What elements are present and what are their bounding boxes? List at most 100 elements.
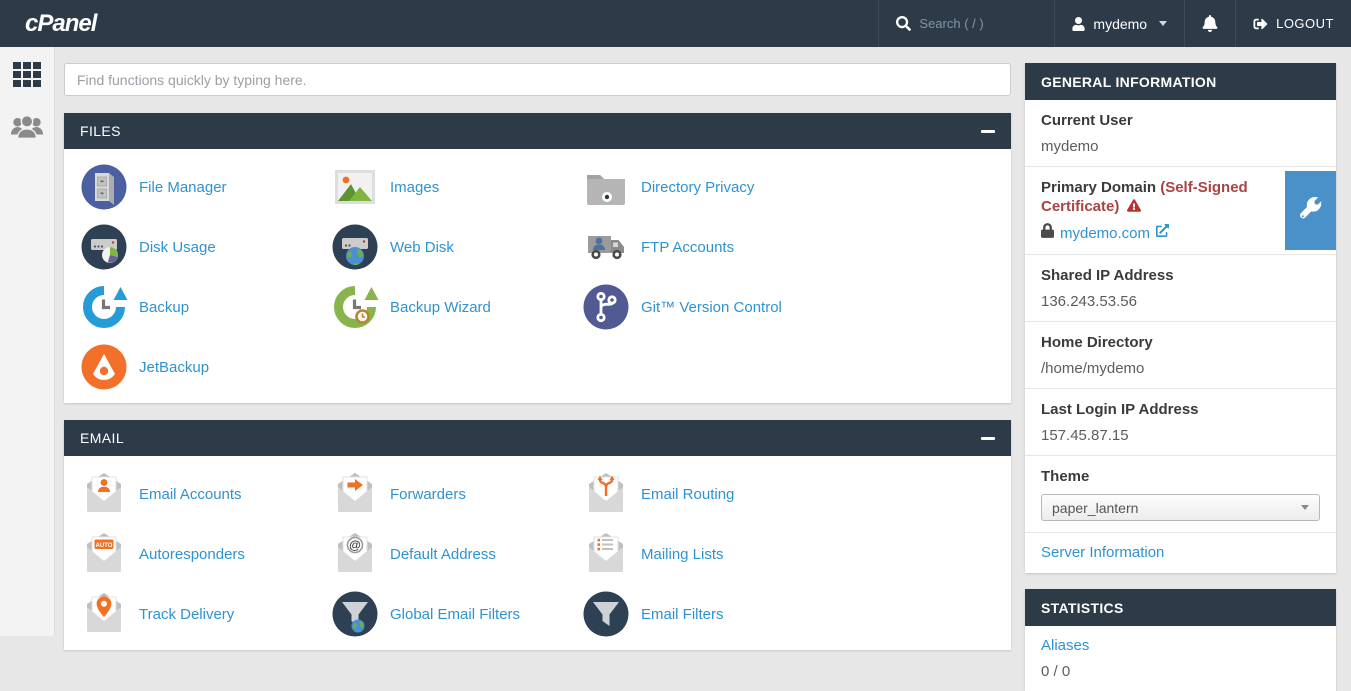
app-item-web-disk[interactable]: Web Disk [331,223,582,271]
bell-icon [1202,15,1218,32]
app-label: Directory Privacy [641,179,754,196]
apps-grid-icon[interactable] [13,61,41,89]
external-link-icon[interactable] [1156,224,1169,242]
app-label: Web Disk [390,239,454,256]
app-label: Disk Usage [139,239,216,256]
select-caret-icon [1301,505,1309,510]
app-item-autoresponders[interactable]: AUTO Autoresponders [80,530,331,578]
global-email-filters-icon [331,590,379,638]
app-item-email-routing[interactable]: Email Routing [582,470,833,518]
email-accounts-icon [80,470,128,518]
quick-find-input[interactable] [64,63,1011,96]
current-user-row: Current User mydemo [1025,100,1336,167]
cpanel-logo-text: cPanel [25,10,96,38]
app-label: Global Email Filters [390,606,520,623]
navbar-search [878,0,1054,47]
app-item-ftp-accounts[interactable]: FTP Accounts [582,223,833,271]
app-label: Autoresponders [139,546,245,563]
app-item-mailing-lists[interactable]: Mailing Lists [582,530,833,578]
app-label: Git™ Version Control [641,299,782,316]
app-item-default-address[interactable]: @ Default Address [331,530,582,578]
section-body: Email Accounts Forwarders Email Routing … [64,456,1011,650]
shared-ip-value: 136.243.53.56 [1041,293,1320,310]
user-icon [1072,17,1085,31]
statistics-panel: STATISTICS Aliases 0 / 0 [1025,589,1336,691]
app-item-email-accounts[interactable]: Email Accounts [80,470,331,518]
cpanel-logo[interactable]: cPanel [0,0,878,47]
app-label: File Manager [139,179,227,196]
general-information-header: GENERAL INFORMATION [1025,63,1336,100]
collapse-section-button[interactable] [981,437,995,440]
section-header: EMAIL [64,420,1011,456]
app-label: JetBackup [139,359,209,376]
search-icon [896,16,911,31]
notifications-button[interactable] [1184,0,1235,47]
warning-triangle-icon [1127,199,1141,212]
general-information-panel: GENERAL INFORMATION Current User mydemo … [1025,63,1336,573]
app-item-jetbackup[interactable]: JetBackup [80,343,331,391]
section: FILES File Manager Images Directory Priv… [64,113,1011,403]
svg-text:@: @ [349,538,361,552]
right-sidebar: GENERAL INFORMATION Current User mydemo … [1025,47,1336,636]
app-label: FTP Accounts [641,239,734,256]
primary-domain-link[interactable]: mydemo.com [1060,225,1150,242]
app-item-forwarders[interactable]: Forwarders [331,470,582,518]
top-navbar: cPanel mydemo [0,0,1351,47]
user-manager-icon[interactable] [10,113,44,141]
home-directory-value: /home/mydemo [1041,360,1320,377]
app-label: Email Accounts [139,486,242,503]
left-rail [0,47,55,636]
backup-icon [80,283,128,331]
email-filters-icon [582,590,630,638]
aliases-link[interactable]: Aliases [1041,637,1089,654]
app-label: Default Address [390,546,496,563]
server-information-row: Server Information [1025,533,1336,573]
main-column: FILES File Manager Images Directory Priv… [64,47,1011,636]
statistics-header: STATISTICS [1025,589,1336,626]
lock-icon [1041,223,1054,243]
app-label: Track Delivery [139,606,234,623]
theme-row: Theme paper_lantern [1025,456,1336,533]
logout-button[interactable]: LOGOUT [1235,0,1351,47]
track-delivery-icon [80,590,128,638]
app-item-directory-privacy[interactable]: Directory Privacy [582,163,833,211]
app-item-backup-wizard[interactable]: Backup Wizard [331,283,582,331]
mailing-lists-icon [582,530,630,578]
default-address-icon: @ [331,530,379,578]
section-title: FILES [80,123,121,139]
server-information-link[interactable]: Server Information [1041,544,1164,561]
disk-usage-icon [80,223,128,271]
sections: FILES File Manager Images Directory Priv… [64,113,1011,650]
app-label: Email Routing [641,486,734,503]
app-item-backup[interactable]: Backup [80,283,331,331]
directory-privacy-icon [582,163,630,211]
autoresponders-icon: AUTO [80,530,128,578]
app-label: Email Filters [641,606,724,623]
shared-ip-row: Shared IP Address 136.243.53.56 [1025,255,1336,322]
jetbackup-icon [80,343,128,391]
ftp-accounts-icon [582,223,630,271]
theme-select[interactable]: paper_lantern [1041,494,1320,521]
app-item-images[interactable]: Images [331,163,582,211]
collapse-section-button[interactable] [981,130,995,133]
app-item-git-version-control[interactable]: Git™ Version Control [582,283,833,331]
app-item-email-filters[interactable]: Email Filters [582,590,833,638]
app-label: Forwarders [390,486,466,503]
app-item-global-email-filters[interactable]: Global Email Filters [331,590,582,638]
logout-label: LOGOUT [1276,16,1334,31]
ssl-manage-button[interactable] [1285,171,1336,250]
app-label: Mailing Lists [641,546,724,563]
email-routing-icon [582,470,630,518]
current-user-label: Current User [1041,111,1320,130]
navbar-search-input[interactable] [919,16,1037,31]
app-label: Backup Wizard [390,299,491,316]
user-menu[interactable]: mydemo [1054,0,1184,47]
logout-icon [1253,17,1268,31]
app-item-disk-usage[interactable]: Disk Usage [80,223,331,271]
app-item-track-delivery[interactable]: Track Delivery [80,590,331,638]
svg-text:AUTO: AUTO [96,543,113,549]
web-disk-icon [331,223,379,271]
backup-wizard-icon [331,283,379,331]
chevron-down-icon [1159,21,1167,26]
app-item-file-manager[interactable]: File Manager [80,163,331,211]
